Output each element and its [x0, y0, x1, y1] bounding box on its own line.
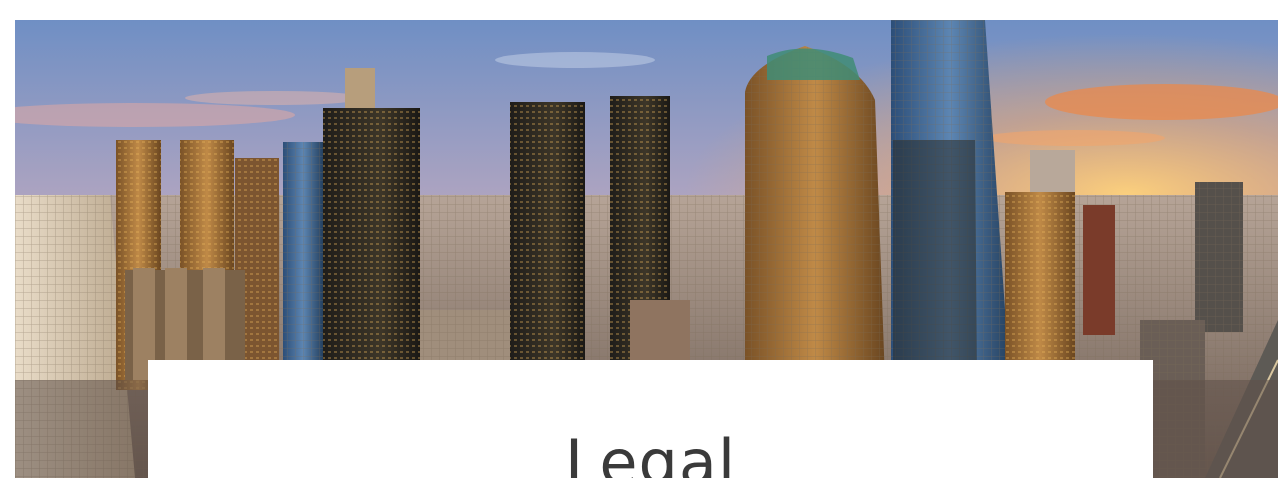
- page: Legal: [0, 0, 1278, 478]
- content-card: Legal: [148, 360, 1153, 478]
- page-title: Legal: [564, 426, 737, 478]
